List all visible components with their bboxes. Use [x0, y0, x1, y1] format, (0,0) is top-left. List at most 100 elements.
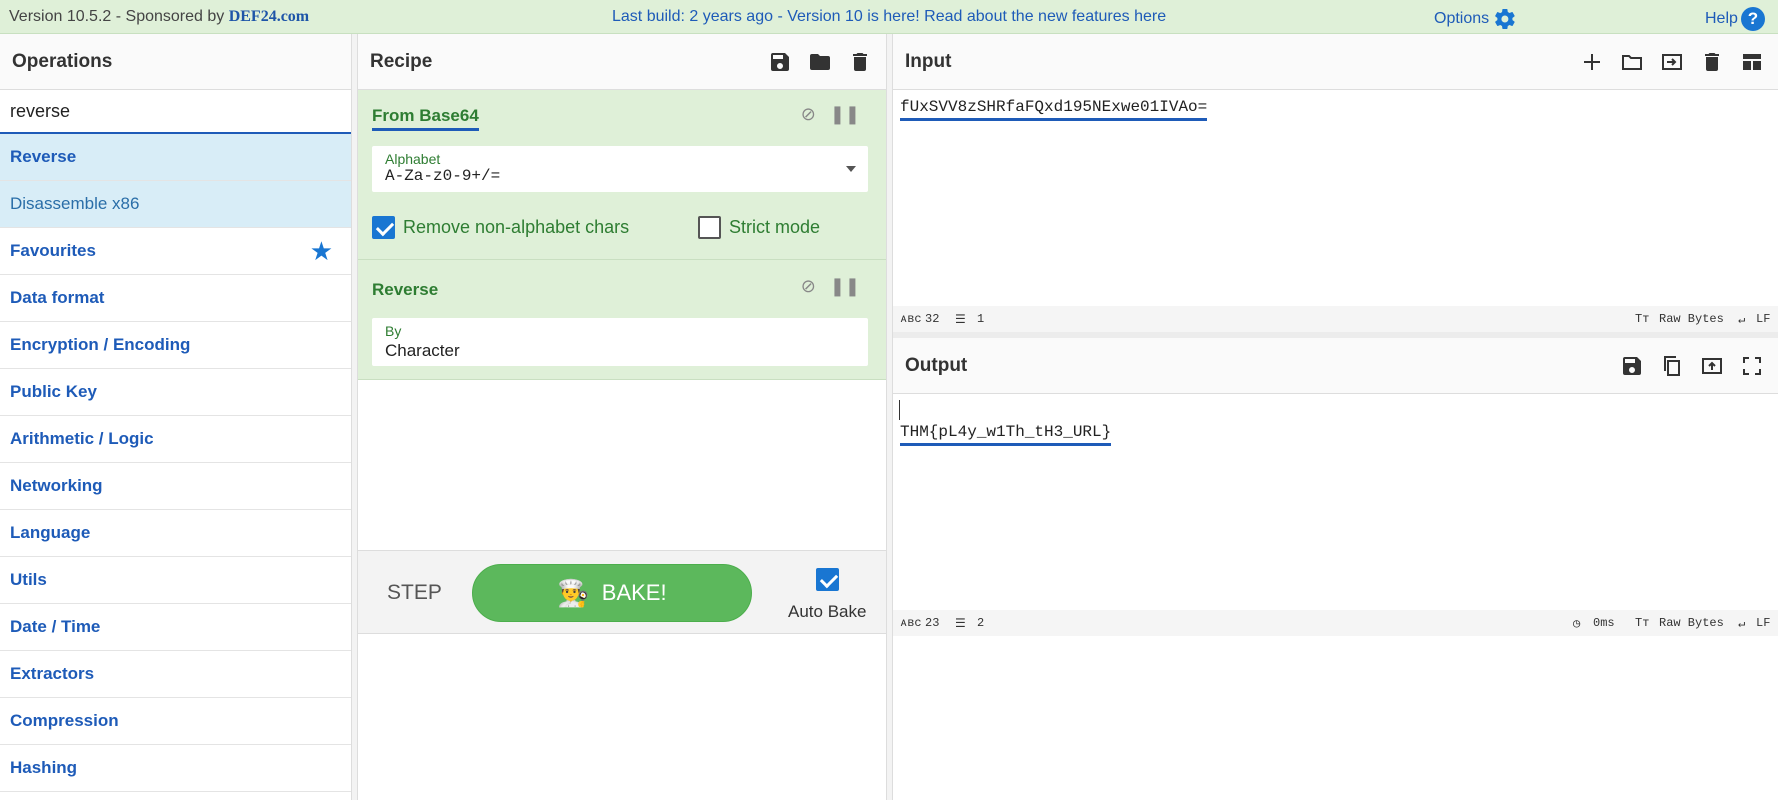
field-label: By [385, 323, 402, 339]
text-size-icon: Tт [1635, 312, 1650, 326]
clear-input-icon[interactable] [1700, 50, 1724, 74]
category-label: Favourites [10, 241, 96, 260]
bake-button[interactable]: 👨‍🍳 BAKE! [472, 564, 752, 622]
lines-icon: ☰ [955, 617, 966, 631]
ingredient-title: From Base64 [372, 106, 479, 131]
version-info: Version 10.5.2 - Sponsored by DEF24.com [9, 8, 309, 26]
bake-label: BAKE! [601, 580, 667, 605]
folder-icon[interactable] [808, 50, 832, 74]
chevron-down-icon [846, 166, 856, 172]
ingredient-from-base64: From Base64 ⊘ ❚❚ Alphabet A-Za-z0-9+/= R… [358, 90, 886, 260]
category-public-key[interactable]: Public Key [0, 369, 351, 416]
help-button[interactable]: Help ? [1705, 7, 1765, 31]
pause-icon[interactable]: ❚❚ [830, 276, 860, 297]
open-folder-icon[interactable] [1620, 50, 1644, 74]
copy-icon[interactable] [1660, 354, 1684, 378]
input-char-count: 32 [925, 312, 940, 326]
by-select[interactable]: By Character [372, 318, 868, 366]
output-status-bar: ᴀʙᴄ 23 ☰ 2 ◷ 0ms Tт Raw Bytes ↵ LF [893, 610, 1778, 636]
disable-icon[interactable]: ⊘ [801, 276, 816, 297]
category-networking[interactable]: Networking [0, 463, 351, 510]
sponsor-link[interactable]: DEF24.com [229, 8, 309, 25]
category-utils[interactable]: Utils [0, 557, 351, 604]
top-banner: Version 10.5.2 - Sponsored by DEF24.com … [0, 0, 1778, 34]
output-textarea[interactable]: THM{pL4y_w1Th_tH3_URL} [893, 394, 1778, 610]
text-cursor [899, 400, 900, 420]
recipe-pane: Recipe From Base64 ⊘ ❚❚ Alphabet A-Za-z0… [357, 34, 887, 800]
checkbox-label: Remove non-alphabet chars [403, 217, 630, 237]
category-data-format[interactable]: Data format [0, 275, 351, 322]
text-size-icon: Tт [1635, 616, 1650, 630]
category-language[interactable]: Language [0, 510, 351, 557]
operations-title: Operations [12, 50, 113, 72]
field-label: Alphabet [385, 151, 441, 167]
input-line-count: 1 [977, 312, 985, 326]
output-title: Output [905, 354, 968, 376]
input-status-bar: ᴀʙᴄ 32 ☰ 1 Tт Raw Bytes ↵ LF [893, 306, 1778, 332]
field-value: A-Za-z0-9+/= [385, 167, 501, 185]
help-label: Help [1705, 10, 1738, 27]
pause-icon[interactable]: ❚❚ [830, 104, 860, 125]
version-label: Version 10.5.2 [9, 8, 112, 25]
gear-icon [1495, 8, 1515, 30]
checkbox-checked [372, 216, 395, 239]
sponsor-prefix: - Sponsored by [111, 8, 229, 25]
recipe-header: Recipe [358, 34, 886, 90]
category-favourites[interactable]: Favourites ★ [0, 228, 351, 275]
auto-bake-label: Auto Bake [788, 602, 867, 621]
op-result-disassemble[interactable]: Disassemble x86 [0, 181, 351, 228]
category-extractors[interactable]: Extractors [0, 651, 351, 698]
category-encryption-encoding[interactable]: Encryption / Encoding [0, 322, 351, 369]
layout-icon[interactable] [1740, 50, 1764, 74]
help-icon: ? [1740, 7, 1765, 31]
notice-link[interactable]: Last build: 2 years ago - Version 10 is … [612, 8, 1166, 26]
save-icon[interactable] [768, 50, 792, 74]
input-eol[interactable]: LF [1756, 312, 1770, 326]
disable-icon[interactable]: ⊘ [801, 104, 816, 125]
category-hashing[interactable]: Hashing [0, 745, 351, 792]
category-arithmetic-logic[interactable]: Arithmetic / Logic [0, 416, 351, 463]
chef-icon: 👨‍🍳 [557, 577, 590, 608]
checkbox-checked [815, 568, 839, 591]
abc-icon: ᴀʙᴄ [900, 312, 922, 326]
auto-bake-checkbox[interactable]: Auto Bake [788, 568, 866, 622]
bake-controls: STEP 👨‍🍳 BAKE! Auto Bake [358, 550, 886, 634]
open-file-icon[interactable] [1660, 50, 1684, 74]
alphabet-select[interactable]: Alphabet A-Za-z0-9+/= [372, 146, 868, 192]
star-icon: ★ [309, 235, 333, 266]
replace-input-icon[interactable] [1700, 354, 1724, 378]
strict-mode-checkbox[interactable]: Strict mode [698, 216, 820, 239]
checkbox-label: Strict mode [729, 217, 821, 237]
maximise-icon[interactable] [1740, 354, 1764, 378]
field-value: Character [385, 341, 460, 360]
trash-icon[interactable] [848, 50, 872, 74]
output-eol[interactable]: LF [1756, 616, 1770, 630]
output-header: Output [893, 338, 1778, 394]
op-result-reverse[interactable]: Reverse [0, 134, 351, 181]
ingredient-title: Reverse [372, 280, 439, 299]
input-value: fUxSVV8zSHRfaFQxd195NExwe01IVAo= [900, 98, 1208, 121]
output-bake-time: 0ms [1593, 616, 1615, 630]
remove-non-alphabet-checkbox[interactable]: Remove non-alphabet chars [372, 216, 629, 239]
output-line-count: 2 [977, 616, 985, 630]
return-icon: ↵ [1738, 617, 1746, 631]
operations-search-input[interactable]: reverse [0, 90, 351, 134]
category-date-time[interactable]: Date / Time [0, 604, 351, 651]
input-textarea[interactable]: fUxSVV8zSHRfaFQxd195NExwe01IVAo= [893, 90, 1778, 306]
operations-pane: Operations reverse Reverse Disassemble x… [0, 34, 352, 800]
lines-icon: ☰ [955, 313, 966, 327]
save-output-icon[interactable] [1620, 354, 1644, 378]
category-compression[interactable]: Compression [0, 698, 351, 745]
return-icon: ↵ [1738, 313, 1746, 327]
input-encoding[interactable]: Raw Bytes [1659, 312, 1724, 326]
options-button[interactable]: Options [1434, 7, 1517, 31]
output-value: THM{pL4y_w1Th_tH3_URL} [900, 423, 1112, 446]
step-button[interactable]: STEP [387, 581, 442, 605]
add-tab-icon[interactable] [1580, 50, 1604, 74]
io-pane: Input fUxSVV8zSHRfaFQxd195NExwe01IVAo= ᴀ… [892, 34, 1778, 800]
output-encoding[interactable]: Raw Bytes [1659, 616, 1724, 630]
input-title: Input [905, 50, 952, 72]
ingredient-reverse: Reverse ⊘ ❚❚ By Character [358, 260, 886, 380]
operations-header: Operations [0, 34, 351, 90]
checkbox-unchecked [698, 216, 721, 239]
